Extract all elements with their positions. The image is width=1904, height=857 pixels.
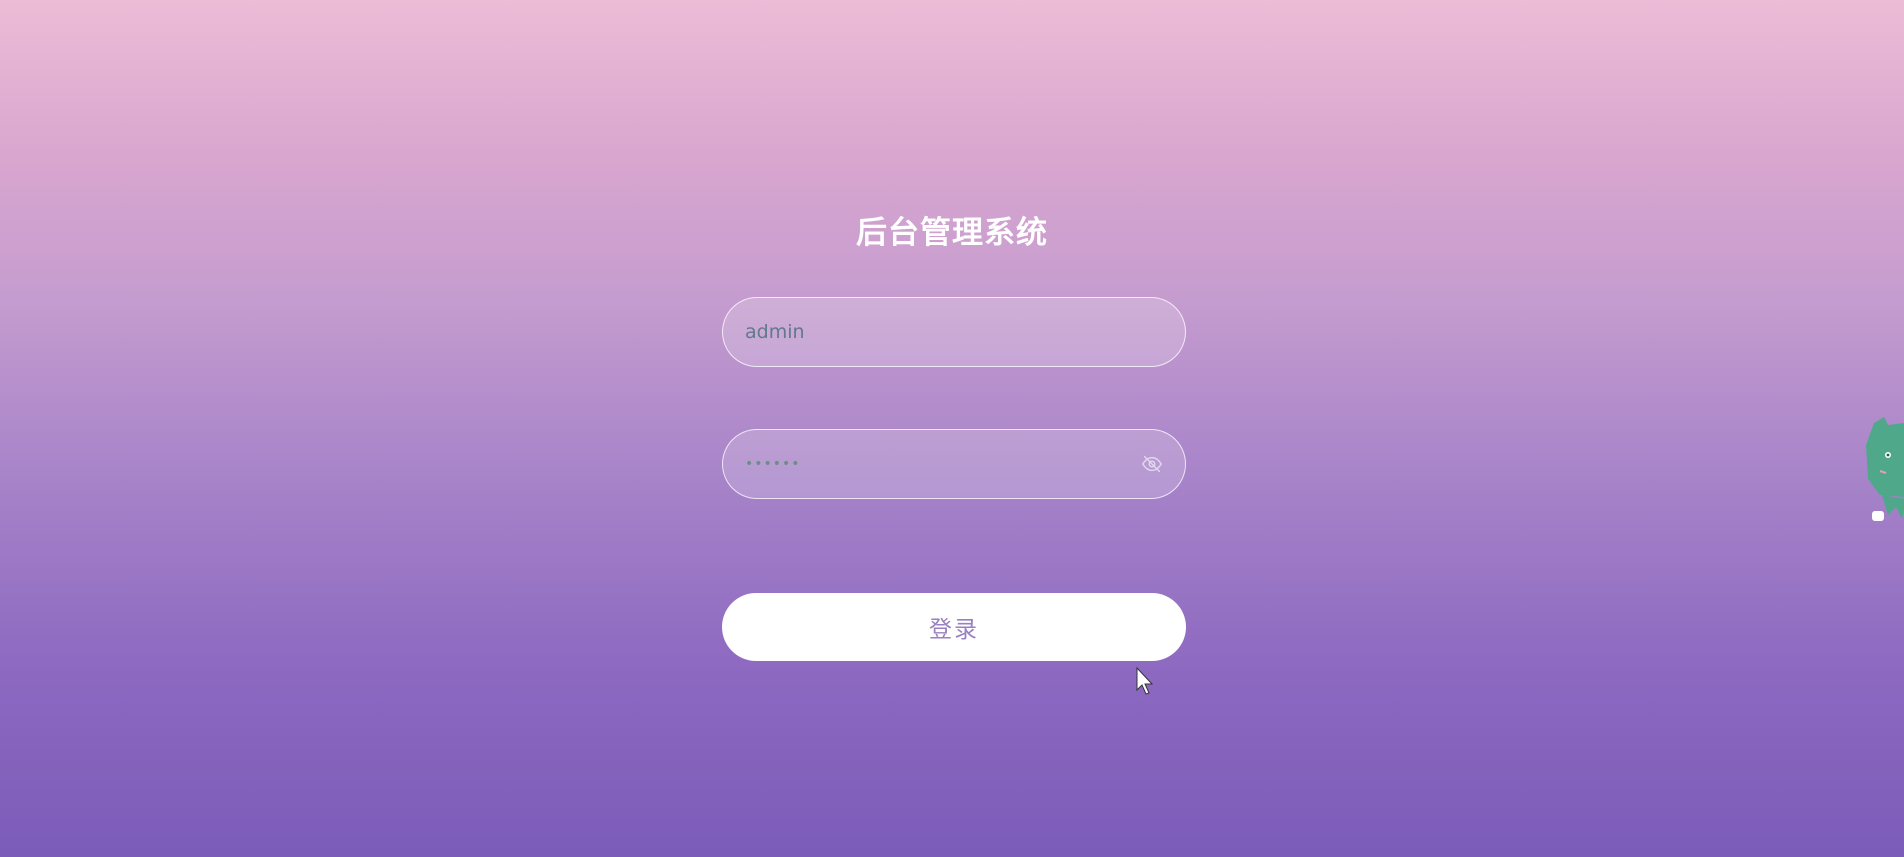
password-input[interactable]	[723, 430, 1139, 498]
login-button[interactable]: 登录	[722, 593, 1186, 661]
mouse-cursor-icon	[1136, 666, 1156, 697]
password-field-wrapper	[722, 429, 1186, 499]
cat-mascot-icon[interactable]	[1866, 415, 1904, 527]
eye-slash-icon[interactable]	[1139, 451, 1165, 477]
username-field-wrapper	[722, 297, 1186, 367]
page-title: 后台管理系统	[856, 215, 1048, 251]
login-page: 后台管理系统 登录	[0, 0, 1904, 857]
username-input[interactable]	[723, 298, 1185, 366]
